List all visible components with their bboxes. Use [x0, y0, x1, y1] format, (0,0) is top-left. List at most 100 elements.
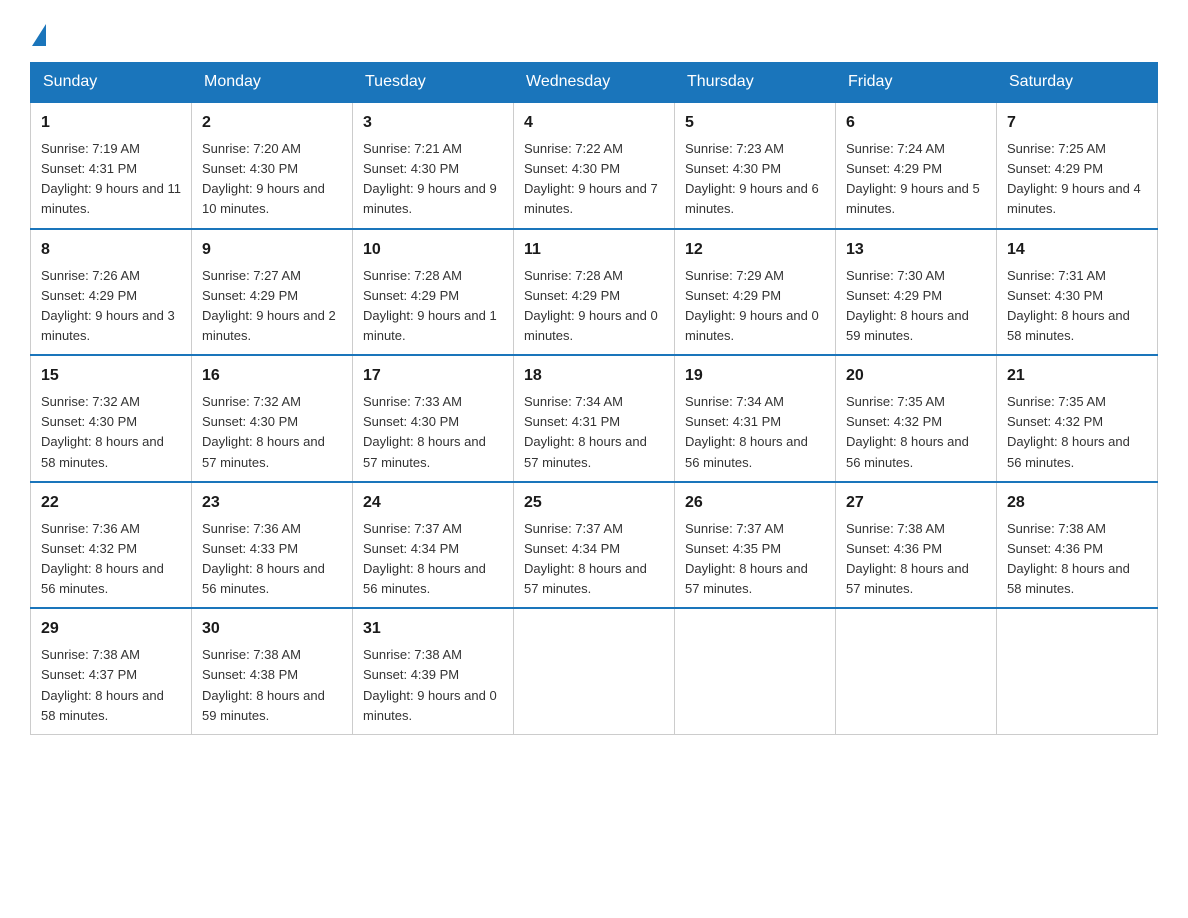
day-info: Sunrise: 7:30 AMSunset: 4:29 PMDaylight:… — [846, 266, 986, 347]
day-info: Sunrise: 7:24 AMSunset: 4:29 PMDaylight:… — [846, 139, 986, 220]
calendar-cell: 24Sunrise: 7:37 AMSunset: 4:34 PMDayligh… — [353, 482, 514, 609]
weekday-header-row: SundayMondayTuesdayWednesdayThursdayFrid… — [31, 63, 1158, 103]
day-info: Sunrise: 7:34 AMSunset: 4:31 PMDaylight:… — [524, 392, 664, 473]
page-header — [30, 20, 1158, 42]
day-number: 1 — [41, 111, 181, 135]
day-number: 5 — [685, 111, 825, 135]
weekday-header-tuesday: Tuesday — [353, 63, 514, 103]
day-info: Sunrise: 7:26 AMSunset: 4:29 PMDaylight:… — [41, 266, 181, 347]
calendar-cell: 26 Sunrise: 7:37 AMSunset: 4:35 PMDayligh… — [675, 482, 836, 609]
day-number: 24 — [363, 491, 503, 515]
day-info: Sunrise: 7:22 AMSunset: 4:30 PMDaylight:… — [524, 139, 664, 220]
day-number: 4 — [524, 111, 664, 135]
day-number: 21 — [1007, 364, 1147, 388]
calendar-cell: 5 Sunrise: 7:23 AMSunset: 4:30 PMDaylight… — [675, 102, 836, 229]
calendar-cell: 12 Sunrise: 7:29 AMSunset: 4:29 PMDayligh… — [675, 229, 836, 356]
day-info: Sunrise: 7:21 AMSunset: 4:30 PMDaylight:… — [363, 139, 503, 220]
day-number: 14 — [1007, 238, 1147, 262]
weekday-header-monday: Monday — [192, 63, 353, 103]
day-info: Sunrise: 7:38 AMSunset: 4:37 PMDaylight:… — [41, 645, 181, 726]
day-number: 9 — [202, 238, 342, 262]
day-number: 10 — [363, 238, 503, 262]
calendar-cell — [675, 608, 836, 734]
calendar-cell: 28 Sunrise: 7:38 AMSunset: 4:36 PMDayligh… — [997, 482, 1158, 609]
calendar-cell: 20 Sunrise: 7:35 AMSunset: 4:32 PMDayligh… — [836, 355, 997, 482]
day-number: 25 — [524, 491, 664, 515]
calendar-cell: 29 Sunrise: 7:38 AMSunset: 4:37 PMDayligh… — [31, 608, 192, 734]
week-row-4: 22 Sunrise: 7:36 AMSunset: 4:32 PMDayligh… — [31, 482, 1158, 609]
day-info: Sunrise: 7:28 AMSunset: 4:29 PMDaylight:… — [524, 266, 664, 347]
day-info: Sunrise: 7:35 AMSunset: 4:32 PMDaylight:… — [846, 392, 986, 473]
weekday-header-sunday: Sunday — [31, 63, 192, 103]
day-number: 23 — [202, 491, 342, 515]
day-info: Sunrise: 7:36 AMSunset: 4:33 PMDaylight:… — [202, 519, 342, 600]
day-info: Sunrise: 7:32 AMSunset: 4:30 PMDaylight:… — [202, 392, 342, 473]
day-info: Sunrise: 7:34 AMSunset: 4:31 PMDaylight:… — [685, 392, 825, 473]
calendar-cell: 10 Sunrise: 7:28 AMSunset: 4:29 PMDayligh… — [353, 229, 514, 356]
week-row-5: 29 Sunrise: 7:38 AMSunset: 4:37 PMDayligh… — [31, 608, 1158, 734]
calendar-cell: 1Sunrise: 7:19 AMSunset: 4:31 PMDaylight… — [31, 102, 192, 229]
day-info: Sunrise: 7:37 AMSunset: 4:35 PMDaylight:… — [685, 519, 825, 600]
day-info: Sunrise: 7:23 AMSunset: 4:30 PMDaylight:… — [685, 139, 825, 220]
day-number: 27 — [846, 491, 986, 515]
calendar-cell: 9 Sunrise: 7:27 AMSunset: 4:29 PMDaylight… — [192, 229, 353, 356]
calendar-cell: 13 Sunrise: 7:30 AMSunset: 4:29 PMDayligh… — [836, 229, 997, 356]
day-info: Sunrise: 7:27 AMSunset: 4:29 PMDaylight:… — [202, 266, 342, 347]
day-info: Sunrise: 7:20 AMSunset: 4:30 PMDaylight:… — [202, 139, 342, 220]
day-number: 12 — [685, 238, 825, 262]
calendar-cell: 2 Sunrise: 7:20 AMSunset: 4:30 PMDaylight… — [192, 102, 353, 229]
day-info: Sunrise: 7:25 AMSunset: 4:29 PMDaylight:… — [1007, 139, 1147, 220]
calendar-cell: 14 Sunrise: 7:31 AMSunset: 4:30 PMDayligh… — [997, 229, 1158, 356]
logo — [30, 20, 46, 42]
day-info: Sunrise: 7:29 AMSunset: 4:29 PMDaylight:… — [685, 266, 825, 347]
calendar-table: SundayMondayTuesdayWednesdayThursdayFrid… — [30, 62, 1158, 735]
day-info: Sunrise: 7:28 AMSunset: 4:29 PMDaylight:… — [363, 266, 503, 347]
day-number: 17 — [363, 364, 503, 388]
day-number: 31 — [363, 617, 503, 641]
weekday-header-thursday: Thursday — [675, 63, 836, 103]
day-number: 2 — [202, 111, 342, 135]
calendar-cell — [514, 608, 675, 734]
day-info: Sunrise: 7:38 AMSunset: 4:38 PMDaylight:… — [202, 645, 342, 726]
calendar-cell: 22 Sunrise: 7:36 AMSunset: 4:32 PMDayligh… — [31, 482, 192, 609]
calendar-cell: 23 Sunrise: 7:36 AMSunset: 4:33 PMDayligh… — [192, 482, 353, 609]
day-number: 29 — [41, 617, 181, 641]
day-number: 11 — [524, 238, 664, 262]
day-info: Sunrise: 7:35 AMSunset: 4:32 PMDaylight:… — [1007, 392, 1147, 473]
calendar-cell: 30Sunrise: 7:38 AMSunset: 4:38 PMDayligh… — [192, 608, 353, 734]
calendar-cell: 16Sunrise: 7:32 AMSunset: 4:30 PMDayligh… — [192, 355, 353, 482]
calendar-cell: 18Sunrise: 7:34 AMSunset: 4:31 PMDayligh… — [514, 355, 675, 482]
day-number: 8 — [41, 238, 181, 262]
week-row-1: 1Sunrise: 7:19 AMSunset: 4:31 PMDaylight… — [31, 102, 1158, 229]
day-info: Sunrise: 7:38 AMSunset: 4:36 PMDaylight:… — [1007, 519, 1147, 600]
calendar-cell: 15Sunrise: 7:32 AMSunset: 4:30 PMDayligh… — [31, 355, 192, 482]
day-info: Sunrise: 7:37 AMSunset: 4:34 PMDaylight:… — [524, 519, 664, 600]
day-number: 28 — [1007, 491, 1147, 515]
day-number: 13 — [846, 238, 986, 262]
week-row-2: 8 Sunrise: 7:26 AMSunset: 4:29 PMDaylight… — [31, 229, 1158, 356]
calendar-cell: 17 Sunrise: 7:33 AMSunset: 4:30 PMDayligh… — [353, 355, 514, 482]
day-number: 19 — [685, 364, 825, 388]
day-number: 26 — [685, 491, 825, 515]
calendar-cell: 6 Sunrise: 7:24 AMSunset: 4:29 PMDaylight… — [836, 102, 997, 229]
calendar-cell: 27 Sunrise: 7:38 AMSunset: 4:36 PMDayligh… — [836, 482, 997, 609]
calendar-cell: 25 Sunrise: 7:37 AMSunset: 4:34 PMDayligh… — [514, 482, 675, 609]
day-number: 20 — [846, 364, 986, 388]
day-number: 22 — [41, 491, 181, 515]
calendar-cell: 31 Sunrise: 7:38 AMSunset: 4:39 PMDayligh… — [353, 608, 514, 734]
weekday-header-wednesday: Wednesday — [514, 63, 675, 103]
calendar-cell: 19 Sunrise: 7:34 AMSunset: 4:31 PMDayligh… — [675, 355, 836, 482]
weekday-header-friday: Friday — [836, 63, 997, 103]
weekday-header-saturday: Saturday — [997, 63, 1158, 103]
day-info: Sunrise: 7:38 AMSunset: 4:36 PMDaylight:… — [846, 519, 986, 600]
calendar-cell: 7 Sunrise: 7:25 AMSunset: 4:29 PMDaylight… — [997, 102, 1158, 229]
day-info: Sunrise: 7:38 AMSunset: 4:39 PMDaylight:… — [363, 645, 503, 726]
day-info: Sunrise: 7:33 AMSunset: 4:30 PMDaylight:… — [363, 392, 503, 473]
day-info: Sunrise: 7:31 AMSunset: 4:30 PMDaylight:… — [1007, 266, 1147, 347]
day-number: 15 — [41, 364, 181, 388]
day-number: 6 — [846, 111, 986, 135]
calendar-cell: 3Sunrise: 7:21 AMSunset: 4:30 PMDaylight… — [353, 102, 514, 229]
calendar-cell: 4 Sunrise: 7:22 AMSunset: 4:30 PMDaylight… — [514, 102, 675, 229]
day-number: 7 — [1007, 111, 1147, 135]
day-info: Sunrise: 7:36 AMSunset: 4:32 PMDaylight:… — [41, 519, 181, 600]
